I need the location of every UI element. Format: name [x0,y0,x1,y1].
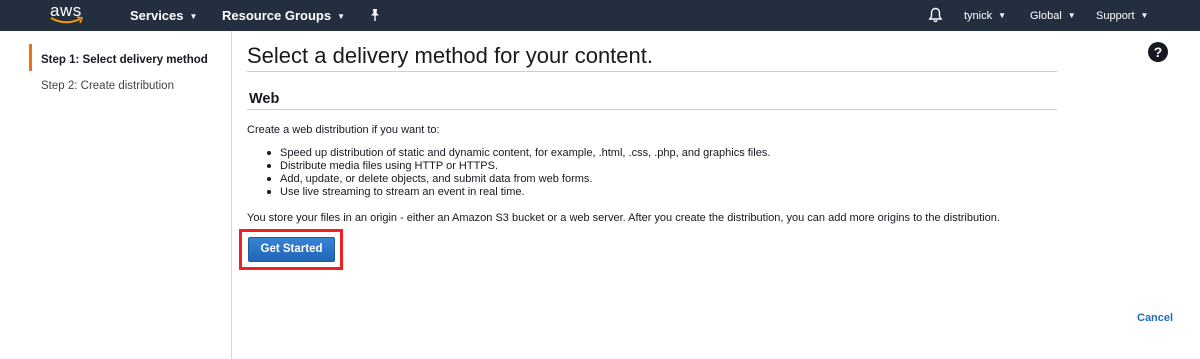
resource-groups-menu[interactable]: Resource Groups ▼ [222,0,345,31]
list-item: Speed up distribution of static and dyna… [267,147,770,160]
step-create-distribution[interactable]: Step 2: Create distribution [41,80,174,92]
support-menu-label: Support [1096,10,1135,22]
resource-groups-menu-label: Resource Groups [222,8,332,23]
list-item: Distribute media files using HTTP or HTT… [267,160,770,173]
origin-note: You store your files in an origin - eith… [247,212,1000,224]
wizard-steps-sidebar: Step 1: Select delivery method Step 2: C… [0,31,232,359]
chevron-down-icon: ▼ [1067,11,1076,20]
user-menu-label: tynick [964,10,993,22]
list-item: Use live streaming to stream an event in… [267,186,770,199]
bell-icon[interactable] [928,7,943,23]
chevron-down-icon: ▼ [337,12,346,21]
section-title-web: Web [249,91,280,107]
step-select-delivery-method[interactable]: Step 1: Select delivery method [41,54,208,66]
logo-smile-icon [50,16,84,24]
list-item-text: Use live streaming to stream an event in… [280,186,525,198]
help-icon[interactable]: ? [1148,42,1168,62]
bullet-dot [267,177,271,181]
bullet-dot [267,164,271,168]
title-divider [247,71,1057,72]
active-step-indicator [29,44,32,71]
aws-logo[interactable]: aws [50,2,90,28]
chevron-down-icon: ▼ [189,12,198,21]
chevron-down-icon: ▼ [998,11,1007,20]
region-menu-label: Global [1030,10,1062,22]
pin-icon[interactable] [369,8,381,22]
cancel-link[interactable]: Cancel [1137,312,1173,324]
support-menu[interactable]: Support ▼ [1096,0,1148,31]
services-menu-label: Services [130,8,184,23]
bullet-dot [267,190,271,194]
list-item-text: Speed up distribution of static and dyna… [280,147,771,159]
list-item: Add, update, or delete objects, and subm… [267,173,770,186]
section-divider [247,109,1057,110]
page-title: Select a delivery method for your conten… [247,43,653,68]
list-item-text: Add, update, or delete objects, and subm… [280,173,593,185]
region-menu[interactable]: Global ▼ [1030,0,1076,31]
list-item-text: Distribute media files using HTTP or HTT… [280,160,499,172]
intro-text: Create a web distribution if you want to… [247,124,440,136]
feature-list: Speed up distribution of static and dyna… [267,147,770,199]
top-navigation-bar: aws Services ▼ Resource Groups ▼ tynick ▼ G… [0,0,1200,31]
get-started-button[interactable]: Get Started [248,237,335,262]
services-menu[interactable]: Services ▼ [130,0,197,31]
chevron-down-icon: ▼ [1140,11,1149,20]
bullet-dot [267,151,271,155]
user-menu[interactable]: tynick ▼ [964,0,1006,31]
